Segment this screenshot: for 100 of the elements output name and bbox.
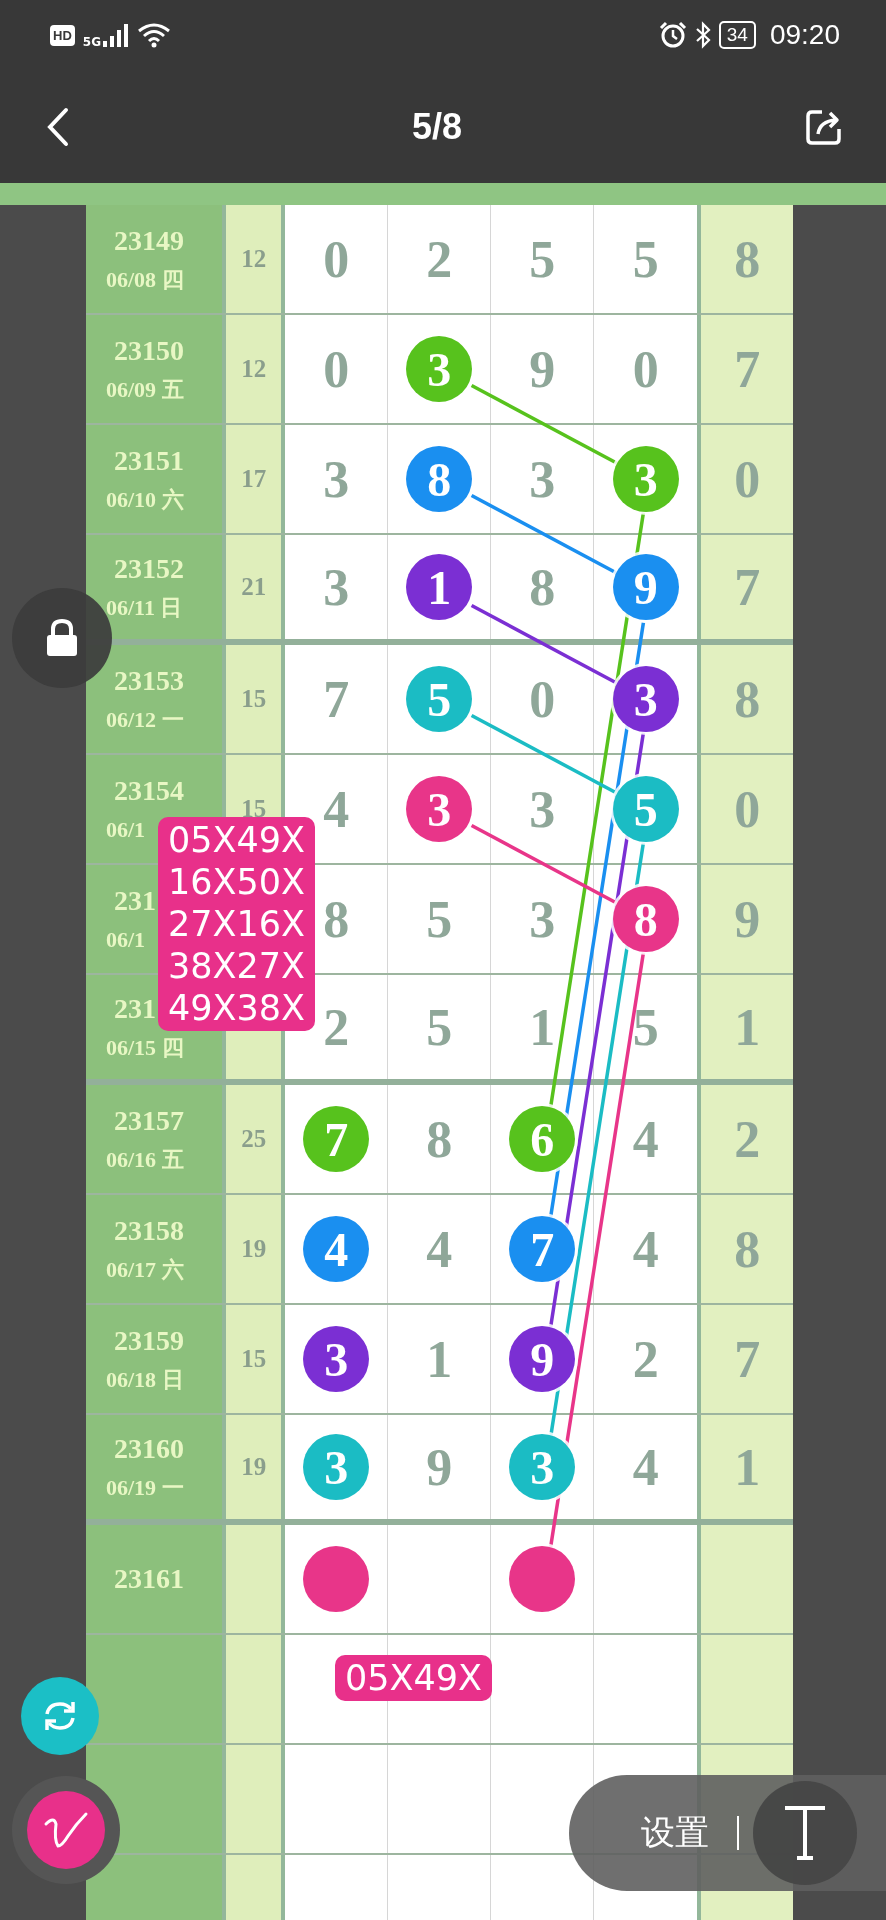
issue-number: 23149 bbox=[114, 226, 184, 256]
table-cell: 8 bbox=[701, 205, 793, 313]
note-line: 05X49X bbox=[345, 1657, 483, 1699]
table-cell: 1 bbox=[701, 975, 793, 1079]
sum-cell: 21 bbox=[226, 535, 282, 639]
issue-number: 23160 bbox=[114, 1434, 184, 1464]
number-ball: 3 bbox=[406, 776, 473, 842]
digit: 3 bbox=[323, 449, 350, 509]
sum-cell: 19 bbox=[226, 1415, 282, 1519]
digit: 3 bbox=[529, 889, 556, 949]
table-cell: 0 bbox=[701, 755, 793, 863]
hd-badge: HD bbox=[50, 24, 75, 46]
lock-icon bbox=[44, 618, 80, 658]
digit: 5 bbox=[426, 997, 453, 1057]
digit: 5 bbox=[426, 889, 453, 949]
issue-number: 23153 bbox=[114, 666, 184, 696]
digit: 8 bbox=[529, 557, 556, 617]
number-ball: 3 bbox=[612, 666, 679, 732]
digit: 3 bbox=[323, 557, 350, 617]
number-ball: 9 bbox=[612, 554, 679, 620]
back-icon[interactable] bbox=[46, 106, 70, 147]
number-ball: 6 bbox=[509, 1106, 576, 1172]
digit: 8 bbox=[323, 889, 350, 949]
issue-number: 23159 bbox=[114, 1326, 184, 1356]
digit: 4 bbox=[632, 1109, 659, 1169]
digit: 2 bbox=[632, 1329, 659, 1389]
digit: 5 bbox=[632, 229, 659, 289]
table-cell: 0 bbox=[701, 425, 793, 533]
bluetooth-icon bbox=[694, 21, 711, 49]
issue-date: 06/19 一 bbox=[106, 1476, 184, 1500]
sum-cell: 19 bbox=[226, 1195, 282, 1303]
table-cell: 8 bbox=[701, 1195, 793, 1303]
digit: 5 bbox=[529, 229, 556, 289]
issue-date: 06/17 六 bbox=[106, 1258, 184, 1282]
digit: 0 bbox=[323, 339, 350, 399]
issue-number: 23152 bbox=[114, 554, 184, 584]
pen-button[interactable] bbox=[27, 1791, 105, 1869]
sum-cell: 15 bbox=[226, 645, 282, 753]
sum-cell: 15 bbox=[226, 1305, 282, 1413]
note-line: 27X16X bbox=[168, 903, 306, 945]
network-type: 5G bbox=[82, 35, 101, 49]
note-line: 38X27X bbox=[168, 945, 306, 987]
page-counter: 5/8 bbox=[411, 105, 462, 148]
sum-cell: 17 bbox=[226, 425, 282, 533]
table-cell: 1 bbox=[701, 1415, 793, 1519]
number-ball: 3 bbox=[612, 446, 679, 512]
number-ball: 4 bbox=[303, 1216, 370, 1282]
number-ball: 3 bbox=[303, 1434, 370, 1500]
digit: 2 bbox=[426, 229, 453, 289]
digit: 1 bbox=[426, 1329, 453, 1389]
number-ball: 8 bbox=[406, 446, 473, 512]
table-cell: 8 bbox=[701, 645, 793, 753]
refresh-icon bbox=[42, 1699, 78, 1733]
issue-date: 06/18 日 bbox=[106, 1368, 184, 1392]
issue-date: 06/10 六 bbox=[106, 488, 184, 512]
digit: 1 bbox=[529, 997, 556, 1057]
issue-number: 23154 bbox=[114, 776, 184, 806]
digit: 3 bbox=[529, 779, 556, 839]
digit: 4 bbox=[632, 1219, 659, 1279]
digit: 2 bbox=[323, 997, 350, 1057]
table-cell: 7 bbox=[701, 535, 793, 639]
issue-number: 23157 bbox=[114, 1106, 184, 1136]
digit: 0 bbox=[529, 669, 556, 729]
clock-time: 09:20 bbox=[769, 19, 840, 51]
digit: 0 bbox=[632, 339, 659, 399]
number-ball: 9 bbox=[509, 1326, 576, 1392]
issue-number: 23151 bbox=[114, 446, 184, 476]
number-ball: 8 bbox=[612, 886, 679, 952]
sum-cell: 25 bbox=[226, 1085, 282, 1193]
issue-number: 23158 bbox=[114, 1216, 184, 1246]
alarm-icon bbox=[658, 21, 687, 49]
text-tool-icon bbox=[782, 1805, 828, 1861]
digit: 9 bbox=[426, 1437, 453, 1497]
digit: 4 bbox=[426, 1219, 453, 1279]
issue-date: 06/12 一 bbox=[106, 708, 184, 732]
settings-link[interactable]: 设置 bbox=[641, 1810, 709, 1856]
number-ball: 1 bbox=[406, 554, 473, 620]
issue-date: 06/09 五 bbox=[106, 378, 184, 402]
number-ball: 5 bbox=[406, 666, 473, 732]
digit: 9 bbox=[529, 339, 556, 399]
issue-date: 06/1 bbox=[106, 818, 146, 842]
table-cell: 2 bbox=[701, 1085, 793, 1193]
digit: 5 bbox=[632, 997, 659, 1057]
pen-stroke-icon bbox=[42, 1810, 90, 1850]
note-line: 16X50X bbox=[168, 861, 306, 903]
issue-number: 231 bbox=[114, 886, 156, 916]
digit: 4 bbox=[632, 1437, 659, 1497]
number-ball: 5 bbox=[612, 776, 679, 842]
note-line: 49X38X bbox=[168, 987, 306, 1029]
wifi-icon bbox=[137, 22, 171, 48]
battery-indicator: 34 bbox=[718, 21, 756, 49]
digit: 4 bbox=[323, 779, 350, 839]
table-cell: 9 bbox=[701, 865, 793, 973]
number-ball: 3 bbox=[406, 336, 473, 402]
issue-number: 231 bbox=[114, 994, 156, 1024]
issue-date: 06/1 bbox=[106, 928, 146, 952]
issue-date: 06/16 五 bbox=[106, 1148, 184, 1172]
number-ball: 3 bbox=[303, 1326, 370, 1392]
digit: 8 bbox=[426, 1109, 453, 1169]
number-ball: 3 bbox=[509, 1434, 576, 1500]
